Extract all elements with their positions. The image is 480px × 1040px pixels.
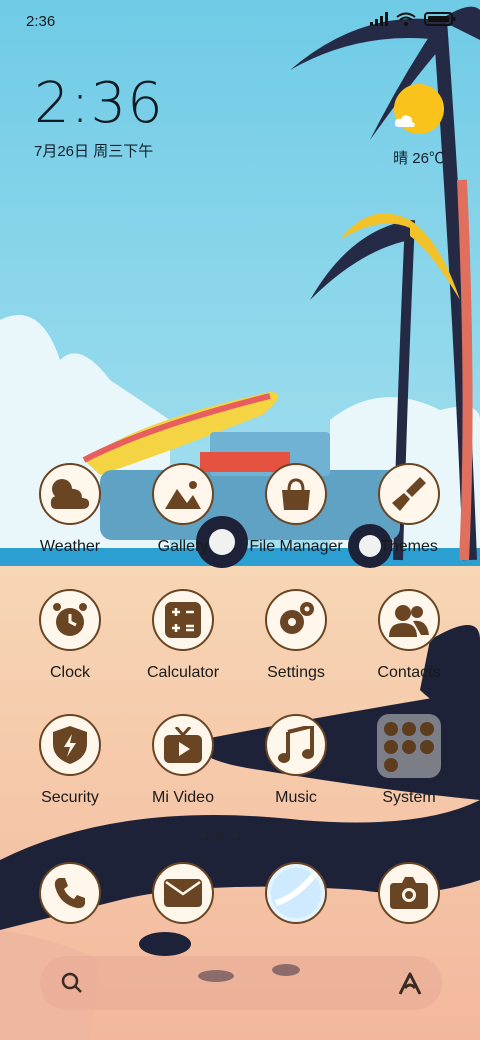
page-dot[interactable] (200, 832, 206, 838)
app-themes[interactable]: Themes (354, 463, 464, 556)
dock-camera[interactable] (354, 862, 464, 924)
app-label: File Manager (249, 538, 343, 555)
app-label: Clock (49, 664, 90, 681)
browser-icon (265, 862, 327, 924)
app-file-manager[interactable]: File Manager (241, 463, 351, 556)
search-icon[interactable] (60, 971, 84, 1000)
search-bar[interactable] (40, 956, 442, 1010)
app-label: Settings (267, 664, 325, 681)
mail-icon (152, 862, 214, 924)
page-dot-active[interactable] (216, 832, 222, 838)
camera-icon (378, 862, 440, 924)
clock-widget-date: 7月26日 周三下午 (34, 143, 154, 160)
calculator-icon (152, 589, 214, 651)
assistant-icon[interactable] (396, 970, 424, 1001)
music-note-icon (265, 714, 327, 776)
app-security[interactable]: Security (15, 714, 125, 807)
contacts-icon (378, 589, 440, 651)
weather-text: 晴 26℃ (393, 150, 444, 167)
app-label: Contacts (377, 664, 441, 681)
wifi-icon (396, 12, 416, 31)
app-label: System (382, 789, 436, 806)
tv-play-icon (152, 714, 214, 776)
phone-icon (39, 862, 101, 924)
weather-icon (39, 463, 101, 525)
folder-bag-icon (265, 463, 327, 525)
app-weather[interactable]: Weather (15, 463, 125, 556)
system-folder-icon (377, 714, 441, 778)
signal-icon (370, 12, 388, 31)
app-label: Gallery (157, 538, 209, 555)
gear-icon (265, 589, 327, 651)
weather-widget[interactable]: 晴 26℃ (364, 84, 444, 168)
app-clock[interactable]: Clock (15, 589, 125, 682)
app-label: Mi Video (152, 789, 214, 806)
dock-browser[interactable] (241, 862, 351, 924)
shield-icon (39, 714, 101, 776)
status-time: 2:36 (26, 13, 56, 30)
dock-messages[interactable] (128, 862, 238, 924)
app-label: Calculator (146, 664, 220, 681)
brush-icon (378, 463, 440, 525)
app-label: Themes (380, 538, 438, 555)
clock-widget[interactable]: 2:36 7月26日 周三下午 (34, 76, 164, 161)
app-settings[interactable]: Settings (241, 589, 351, 682)
app-label: Music (275, 789, 317, 806)
app-label: Weather (39, 538, 101, 555)
page-indicator[interactable] (200, 832, 238, 838)
app-calculator[interactable]: Calculator (128, 589, 238, 682)
app-contacts[interactable]: Contacts (354, 589, 464, 682)
clock-widget-time: 2:36 (34, 71, 164, 136)
gallery-icon (152, 463, 214, 525)
app-label: Security (41, 789, 99, 806)
app-gallery[interactable]: Gallery (128, 463, 238, 556)
dock-phone[interactable] (15, 862, 125, 924)
app-music[interactable]: Music (241, 714, 351, 807)
alarm-clock-icon (39, 589, 101, 651)
status-bar: 2:36 (0, 0, 480, 42)
page-dot[interactable] (232, 832, 238, 838)
app-system-folder[interactable]: System (354, 714, 464, 807)
cloud-icon (394, 115, 415, 127)
app-mi-video[interactable]: Mi Video (128, 714, 238, 807)
battery-icon (424, 12, 456, 31)
